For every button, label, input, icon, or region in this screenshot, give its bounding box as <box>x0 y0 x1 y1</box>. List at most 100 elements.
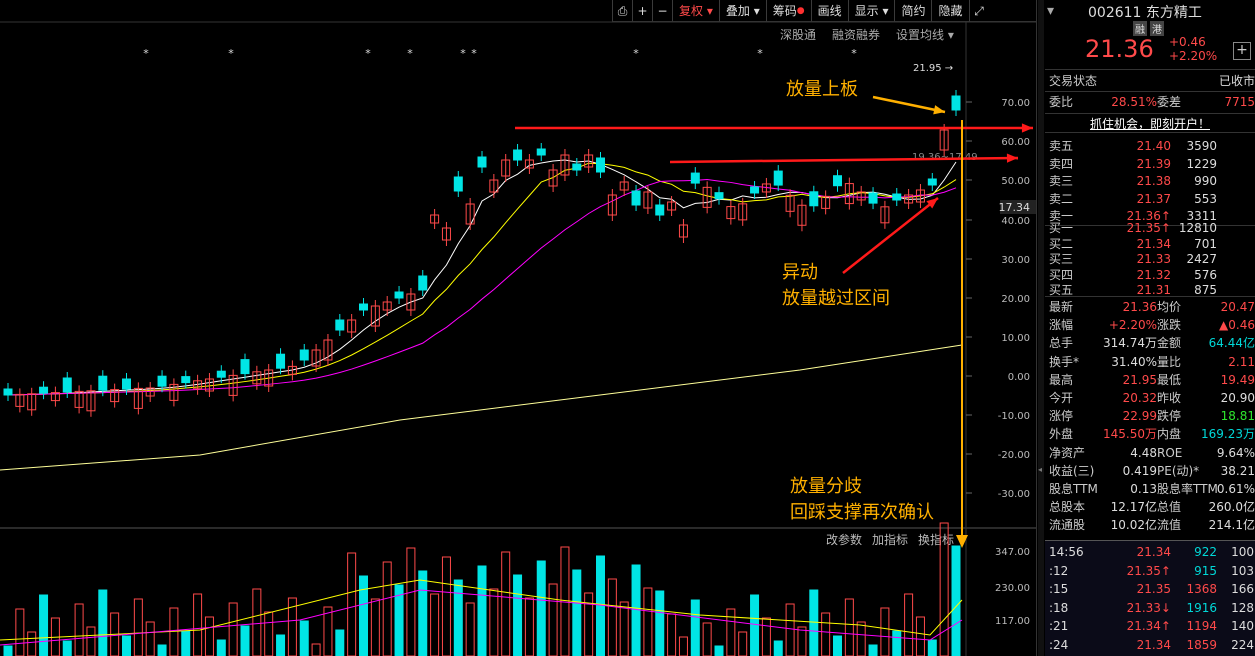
sidebar-expand-icon[interactable]: ▾ <box>1047 3 1054 19</box>
volume-bar <box>501 551 511 656</box>
stat-label: 总值 <box>1157 500 1182 515</box>
volume-bar <box>809 589 819 656</box>
volume-bar <box>74 603 84 656</box>
stat-label: 总股本 <box>1049 500 1086 515</box>
candle-body <box>572 163 582 171</box>
volume-bar <box>323 606 333 656</box>
volume-bar <box>145 621 155 656</box>
weibi-value: 28.51% <box>1111 95 1157 109</box>
stat-value: 12.17亿 <box>1110 500 1157 515</box>
volume-bar <box>797 626 807 656</box>
current-price-tag: 17.34 <box>999 201 1031 214</box>
tick-count: 100 <box>1231 545 1254 559</box>
stat-label: 股息TTM <box>1049 482 1098 496</box>
ask-volume: 1229 <box>1186 156 1217 171</box>
annotation-pullback: 放量分歧 回踩支撑再次确认 <box>790 474 934 526</box>
stat-value: 21.95 <box>1122 372 1157 387</box>
weibi-row: 委比 28.51% 委差 7715 <box>1045 93 1255 111</box>
stat-value: 64.44亿 <box>1208 336 1255 351</box>
ma250-line <box>0 344 963 471</box>
ask-label: 卖二 <box>1049 191 1074 206</box>
y-tick-label: 70.00 <box>1001 98 1030 109</box>
status-row: 交易状态 已收市 <box>1045 72 1255 90</box>
volume-bar <box>489 588 499 656</box>
stat-value: 214.1亿 <box>1208 518 1255 533</box>
event-marker: * <box>143 47 149 60</box>
tick-time: 14:56 <box>1049 545 1084 559</box>
candle-body <box>157 375 167 387</box>
volume-bar <box>418 570 428 656</box>
volume-bar <box>27 631 37 656</box>
volume-bar <box>607 578 617 656</box>
volume-bar <box>951 545 961 656</box>
event-marker: * <box>757 47 763 60</box>
tick-row: :15 21.35 1368 166 <box>1045 580 1255 598</box>
stat-label: 收益(三) <box>1049 463 1095 478</box>
resistance-arrow-upper-head <box>1021 123 1033 133</box>
badge-margin: 融 <box>1133 21 1147 36</box>
volume-bar <box>382 561 392 656</box>
ask-volume: 553 <box>1194 191 1217 206</box>
volume-bar <box>39 594 49 656</box>
stat-label: ROE <box>1157 445 1183 460</box>
candle-body <box>714 192 724 200</box>
volume-bar <box>359 575 368 656</box>
stat-value: +2.20% <box>1108 318 1157 333</box>
stat-label: 昨收 <box>1157 391 1182 405</box>
volume-bar <box>157 644 167 656</box>
tick-count: 166 <box>1231 582 1254 596</box>
annotation-breakout: 异动 放量越过区间 <box>782 260 890 312</box>
promo-link[interactable]: 抓住机会，即刻开户！ <box>1045 113 1255 133</box>
stat-row: 最新 21.36 均价 20.47 <box>1045 298 1255 316</box>
volume-bar <box>596 555 605 656</box>
kline-svg[interactable]: 70.00 60.00 50.00 40.00 30.00 20.00 10.00 0.00 -… <box>0 0 1036 656</box>
annotation-limit-up: 放量上板 <box>786 79 858 100</box>
candle-body <box>98 375 108 391</box>
ask-price: 21.37 <box>1136 191 1171 206</box>
stat-value: ▲0.46 <box>1219 318 1255 333</box>
volume-bar <box>856 621 866 656</box>
stat-label: 内盘 <box>1157 427 1182 442</box>
candle-body <box>477 156 487 168</box>
kline-chart-panel[interactable]: ⎙ + − 复权 ▾ 叠加 ▾ 筹码● 画线 显示 ▾ 简约 隐藏 ⤢ 深股通 … <box>0 0 1037 656</box>
candle-body <box>453 176 463 192</box>
ask-label: 卖四 <box>1049 156 1074 171</box>
volume-bar <box>240 625 250 656</box>
candle-body <box>750 186 760 194</box>
volume-bar <box>228 602 238 656</box>
volume-bar <box>441 556 451 656</box>
stat-label: 最低 <box>1157 372 1182 387</box>
stat-label: 流值 <box>1157 518 1182 533</box>
stat-value: 31.40% <box>1111 354 1157 369</box>
event-marker: * <box>471 47 477 60</box>
tick-list[interactable]: 14:56 21.34 922 100:12 21.35↑ 915 103:15 21.35 1… <box>1045 541 1255 656</box>
stat-row: 股息TTM 0.13 股息率TTM 0.61% <box>1045 480 1255 498</box>
volume-bar <box>833 635 842 656</box>
volume-bar <box>631 564 641 656</box>
price-change: +0.46 +2.20% <box>1169 35 1217 63</box>
tick-count: 224 <box>1231 637 1254 652</box>
tick-volume: 922 <box>1194 545 1217 559</box>
candle-body <box>892 193 902 201</box>
add-watchlist-button[interactable]: + <box>1233 42 1251 60</box>
candle-body <box>631 190 641 206</box>
tick-price: 21.35 <box>1136 582 1171 596</box>
volume-bar <box>133 598 143 656</box>
tick-row: :12 21.35↑ 915 103 <box>1045 562 1255 580</box>
candle-body <box>39 386 49 394</box>
stat-row: 总手 314.74万 金额 64.44亿 <box>1045 334 1255 352</box>
volume-bar <box>216 639 226 656</box>
volume-bar <box>370 598 380 656</box>
stat-value: 314.74万 <box>1103 336 1157 351</box>
volume-bar <box>678 636 688 656</box>
tick-time: :18 <box>1049 600 1069 615</box>
collapse-arrow-icon[interactable]: ◂ <box>1038 465 1042 474</box>
candle-body <box>394 291 404 299</box>
panel-splitter[interactable]: ◂ <box>1038 0 1044 656</box>
stat-value: 18.81 <box>1220 409 1255 424</box>
tick-price: 21.35↑ <box>1126 563 1171 578</box>
stat-value: 21.36 <box>1122 300 1157 314</box>
stat-value: 22.99 <box>1122 409 1157 424</box>
candle-body <box>690 172 700 184</box>
stat-label: 最新 <box>1049 300 1074 314</box>
